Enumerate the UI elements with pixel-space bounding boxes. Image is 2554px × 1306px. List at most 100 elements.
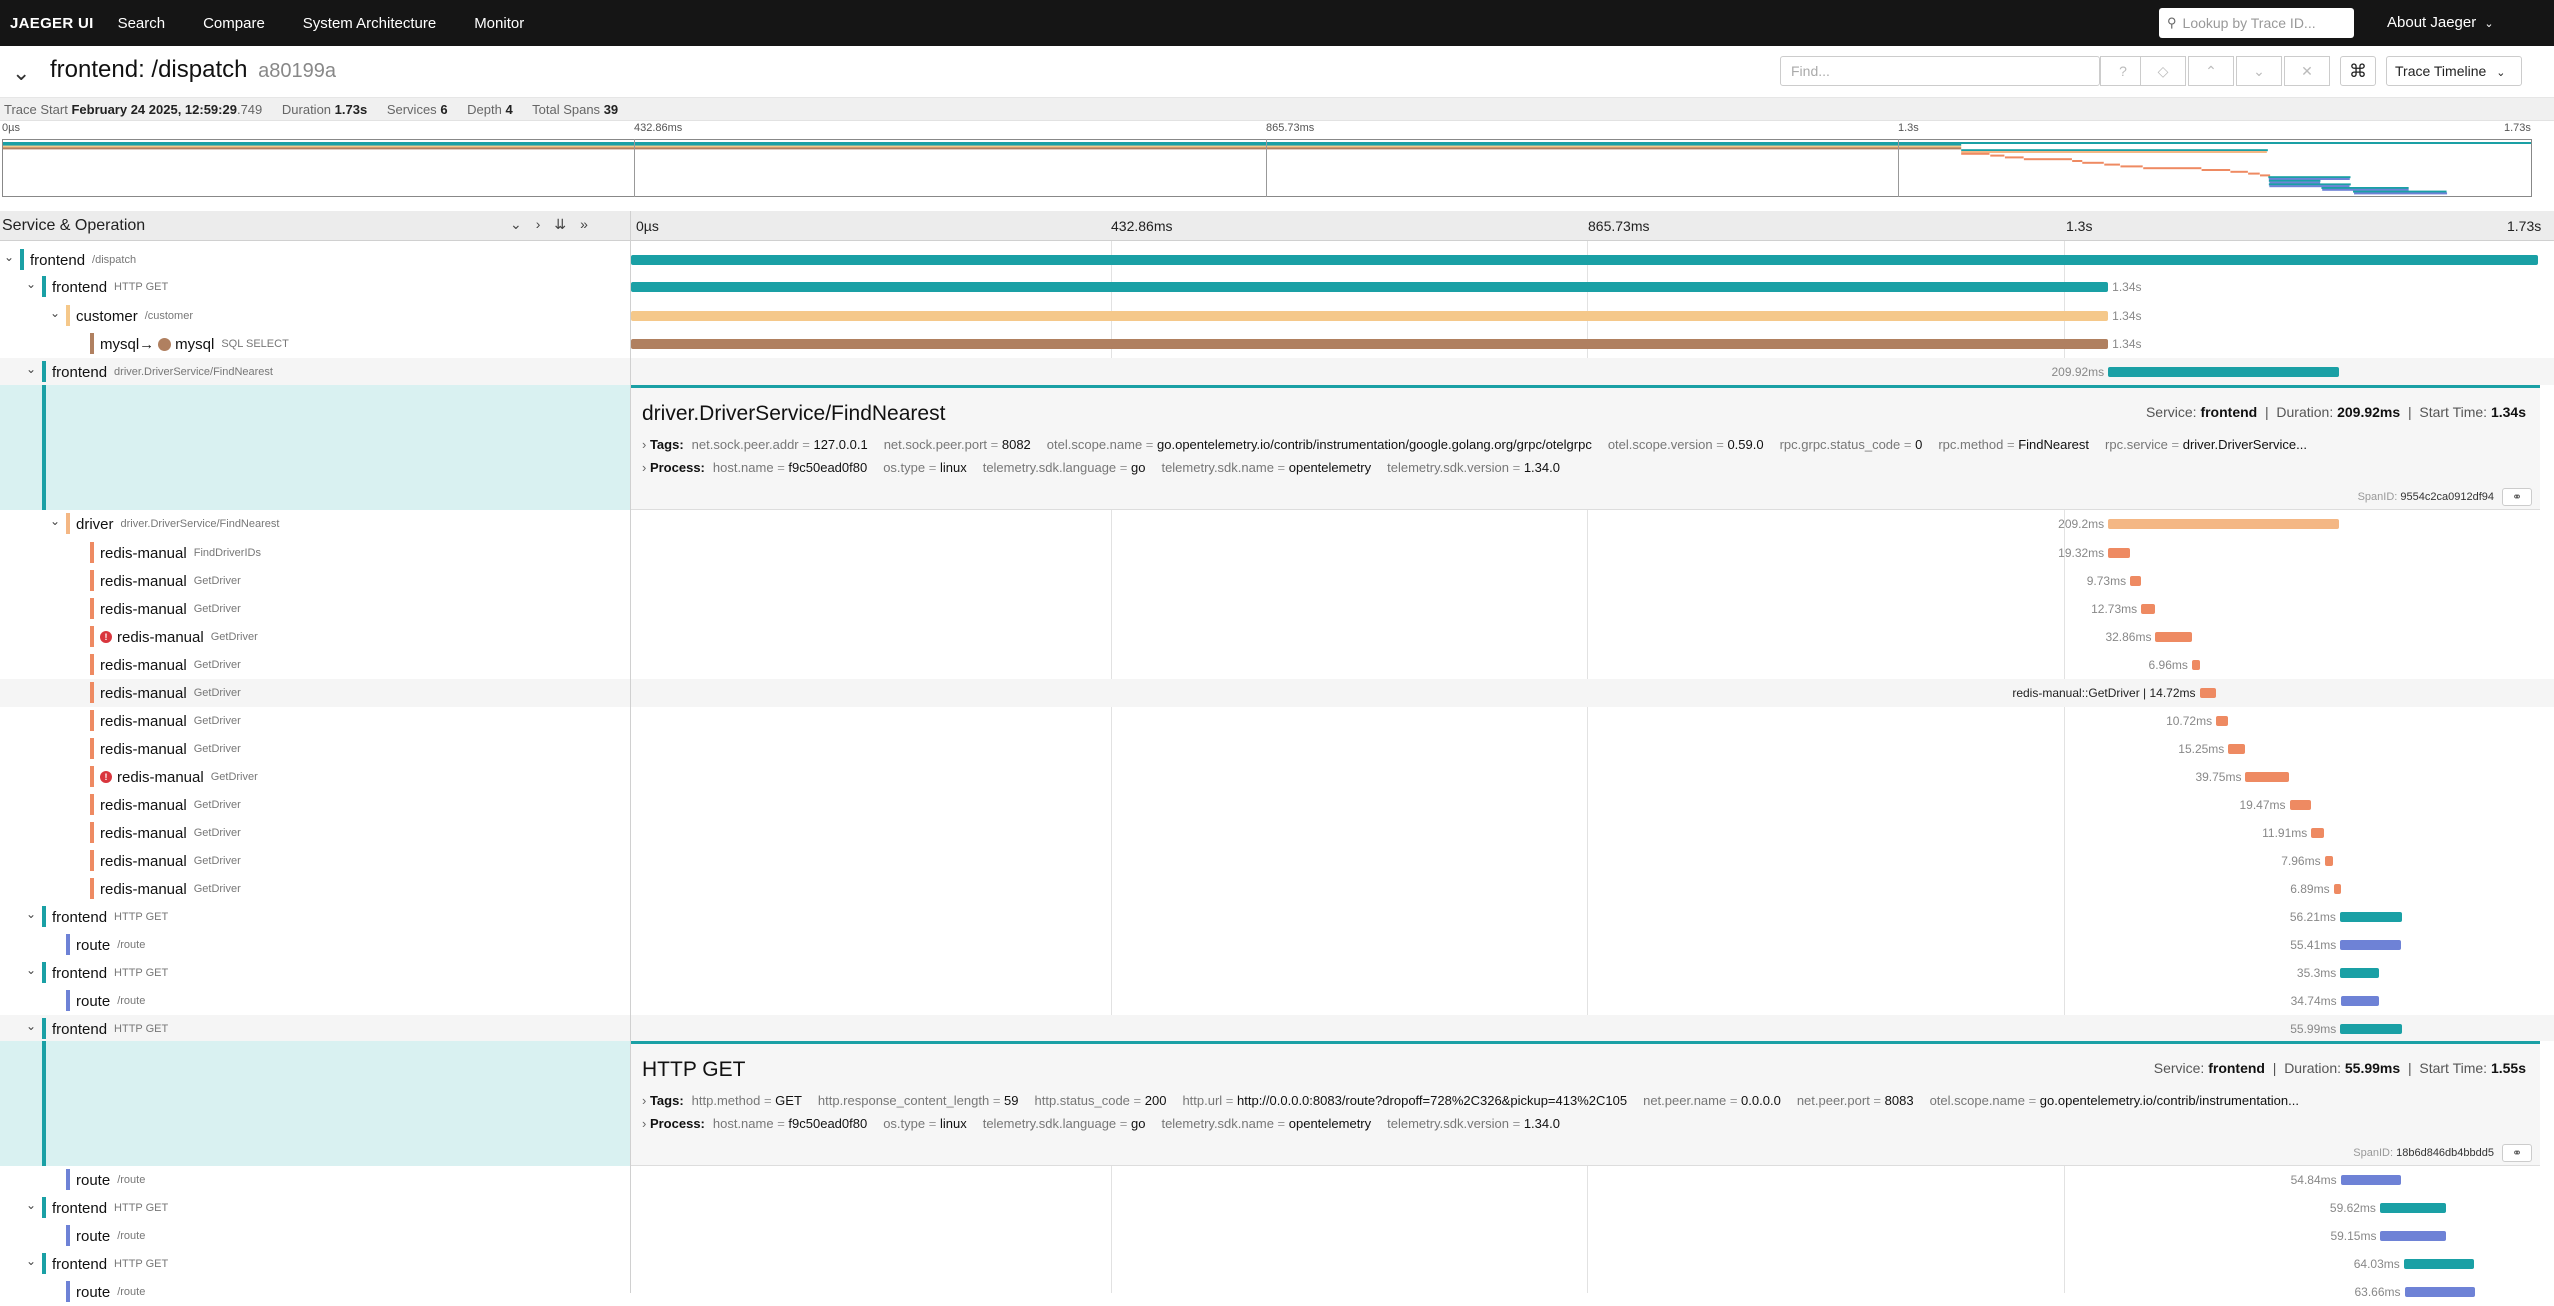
expand-caret-icon[interactable]: ⌄ — [4, 250, 14, 264]
focus-result-icon[interactable]: ◇ — [2140, 56, 2186, 86]
expand-caret-icon[interactable]: ⌄ — [50, 306, 60, 320]
span-name[interactable]: frontend HTTP GET — [52, 1250, 168, 1278]
span-bar[interactable] — [631, 339, 2109, 349]
span-row[interactable]: redis-manual FindDriverIDs 19.32ms — [0, 539, 2554, 567]
span-row[interactable]: route/route 59.15ms — [0, 1222, 2554, 1250]
span-name[interactable]: route/route — [76, 1166, 145, 1194]
process-row[interactable]: › Process: host.name = f9c50ead0f80 os.typ… — [642, 1116, 2522, 1131]
span-bar[interactable] — [2311, 828, 2325, 838]
span-name[interactable]: route/route — [76, 931, 145, 959]
span-name[interactable]: frontend HTTP GET — [52, 273, 168, 301]
span-row[interactable]: redis-manual GetDriver 6.89ms — [0, 875, 2554, 903]
span-name[interactable]: redis-manual GetDriver — [100, 791, 241, 819]
span-row[interactable]: ! redis-manual GetDriver 32.86ms — [0, 623, 2554, 651]
span-bar[interactable] — [2333, 884, 2342, 894]
brand-logo[interactable]: JAEGER UI — [0, 15, 104, 32]
span-row[interactable]: redis-manual GetDriver 11.91ms — [0, 819, 2554, 847]
minimap-canvas[interactable] — [2, 139, 2532, 197]
tags-row[interactable]: › Tags: net.sock.peer.addr = 127.0.0.1 net… — [642, 437, 2522, 452]
span-name[interactable]: ! redis-manual GetDriver — [100, 763, 258, 791]
collapse-chevron-icon[interactable]: ⌄ — [12, 60, 30, 86]
span-bar[interactable] — [631, 311, 2109, 321]
expand-caret-icon[interactable]: ⌄ — [26, 277, 36, 291]
span-name[interactable]: route/route — [76, 1278, 145, 1306]
expand-caret-icon[interactable]: ⌄ — [26, 362, 36, 376]
link-icon[interactable]: ⚭ — [2502, 1144, 2532, 1162]
span-bar[interactable] — [2289, 800, 2312, 810]
expand-caret-icon[interactable]: ⌄ — [26, 1198, 36, 1212]
keyboard-shortcuts-icon[interactable]: ⌘ — [2340, 56, 2376, 86]
span-row[interactable]: redis-manual GetDriver 7.96ms — [0, 847, 2554, 875]
prev-result-icon[interactable]: ⌃ — [2188, 56, 2234, 86]
collapse-one-icon[interactable]: ⌄ — [510, 216, 536, 232]
expand-caret-icon[interactable]: ⌄ — [26, 1254, 36, 1268]
span-bar[interactable] — [2191, 660, 2200, 670]
span-name[interactable]: frontend HTTP GET — [52, 1015, 168, 1043]
view-selector[interactable]: Trace Timeline ⌄ — [2386, 56, 2522, 86]
span-bar[interactable] — [2108, 548, 2130, 558]
span-row[interactable]: ⌄ frontend HTTP GET 64.03ms — [0, 1250, 2554, 1278]
span-bar[interactable] — [2108, 367, 2340, 377]
nav-system-architecture[interactable]: System Architecture — [289, 15, 460, 32]
expand-caret-icon[interactable]: ⌄ — [26, 907, 36, 921]
span-name[interactable]: redis-manual GetDriver — [100, 819, 241, 847]
span-row[interactable]: ⌄ frontend/dispatch — [0, 246, 2554, 274]
link-icon[interactable]: ⚭ — [2502, 488, 2532, 506]
span-name[interactable]: redis-manual GetDriver — [100, 595, 241, 623]
span-name[interactable]: redis-manual GetDriver — [100, 567, 241, 595]
span-bar[interactable] — [2403, 1259, 2475, 1269]
span-row[interactable]: route/route 63.66ms — [0, 1278, 2554, 1306]
span-name[interactable]: redis-manual GetDriver — [100, 651, 241, 679]
expand-caret-icon[interactable]: ⌄ — [26, 1019, 36, 1033]
span-row[interactable]: redis-manual GetDriver 19.47ms — [0, 791, 2554, 819]
nav-search[interactable]: Search — [104, 15, 190, 32]
span-bar[interactable] — [631, 282, 2109, 292]
span-row[interactable]: redis-manual GetDriver 6.96ms — [0, 651, 2554, 679]
span-row[interactable]: redis-manual GetDriver 9.73ms — [0, 567, 2554, 595]
span-bar[interactable] — [2216, 716, 2228, 726]
expand-caret-icon[interactable]: › — [642, 437, 650, 452]
span-name[interactable]: mysql → mysql SQL SELECT — [100, 330, 289, 358]
span-name[interactable]: redis-manual FindDriverIDs — [100, 539, 261, 567]
expand-one-icon[interactable]: › — [536, 216, 555, 232]
span-bar[interactable] — [2155, 632, 2192, 642]
span-bar[interactable] — [2340, 1175, 2402, 1185]
span-bar[interactable] — [2340, 968, 2380, 978]
span-name[interactable]: driver driver.DriverService/FindNearest — [76, 510, 279, 538]
column-splitter[interactable] — [630, 211, 631, 1293]
span-bar[interactable] — [2379, 1203, 2446, 1213]
span-bar[interactable] — [2199, 688, 2216, 698]
span-row[interactable]: ⌄ driver driver.DriverService/FindNearest 2… — [0, 510, 2554, 538]
trace-id-lookup-input[interactable]: ⚲ Lookup by Trace ID... — [2159, 8, 2354, 38]
span-row[interactable]: mysql → mysql SQL SELECT 1.34s — [0, 330, 2554, 358]
span-name[interactable]: frontend/dispatch — [30, 246, 136, 274]
span-bar[interactable] — [2404, 1287, 2475, 1297]
next-result-icon[interactable]: ⌄ — [2236, 56, 2282, 86]
trace-minimap[interactable]: 0µs 432.86ms 865.73ms 1.3s 1.73s — [0, 121, 2554, 201]
span-name[interactable]: frontend driver.DriverService/FindNearest — [52, 358, 273, 386]
span-bar[interactable] — [2324, 856, 2334, 866]
span-bar[interactable] — [2340, 940, 2402, 950]
span-row[interactable]: ⌄ customer/customer 1.34s — [0, 302, 2554, 330]
span-name[interactable]: route/route — [76, 987, 145, 1015]
span-name[interactable]: redis-manual GetDriver — [100, 707, 241, 735]
span-bar[interactable] — [2380, 1231, 2446, 1241]
expand-caret-icon[interactable]: ⌄ — [26, 963, 36, 977]
span-bar[interactable] — [2245, 772, 2290, 782]
process-row[interactable]: › Process: host.name = f9c50ead0f80 os.typ… — [642, 460, 2522, 475]
nav-compare[interactable]: Compare — [189, 15, 289, 32]
find-input[interactable]: Find... — [1780, 56, 2100, 86]
span-bar[interactable] — [631, 255, 2538, 265]
span-name[interactable]: redis-manual GetDriver — [100, 875, 241, 903]
span-bar[interactable] — [2130, 576, 2141, 586]
span-row[interactable]: ⌄ frontend HTTP GET 59.62ms — [0, 1194, 2554, 1222]
expand-caret-icon[interactable]: ⌄ — [50, 514, 60, 528]
span-row[interactable]: route/route 55.41ms — [0, 931, 2554, 959]
nav-monitor[interactable]: Monitor — [460, 15, 548, 32]
span-row[interactable]: ⌄ frontend HTTP GET 1.34s — [0, 273, 2554, 301]
span-bar[interactable] — [2228, 744, 2246, 754]
span-row[interactable]: route/route 34.74ms — [0, 987, 2554, 1015]
span-name[interactable]: frontend HTTP GET — [52, 959, 168, 987]
span-name[interactable]: route/route — [76, 1222, 145, 1250]
expand-caret-icon[interactable]: › — [642, 1116, 650, 1131]
